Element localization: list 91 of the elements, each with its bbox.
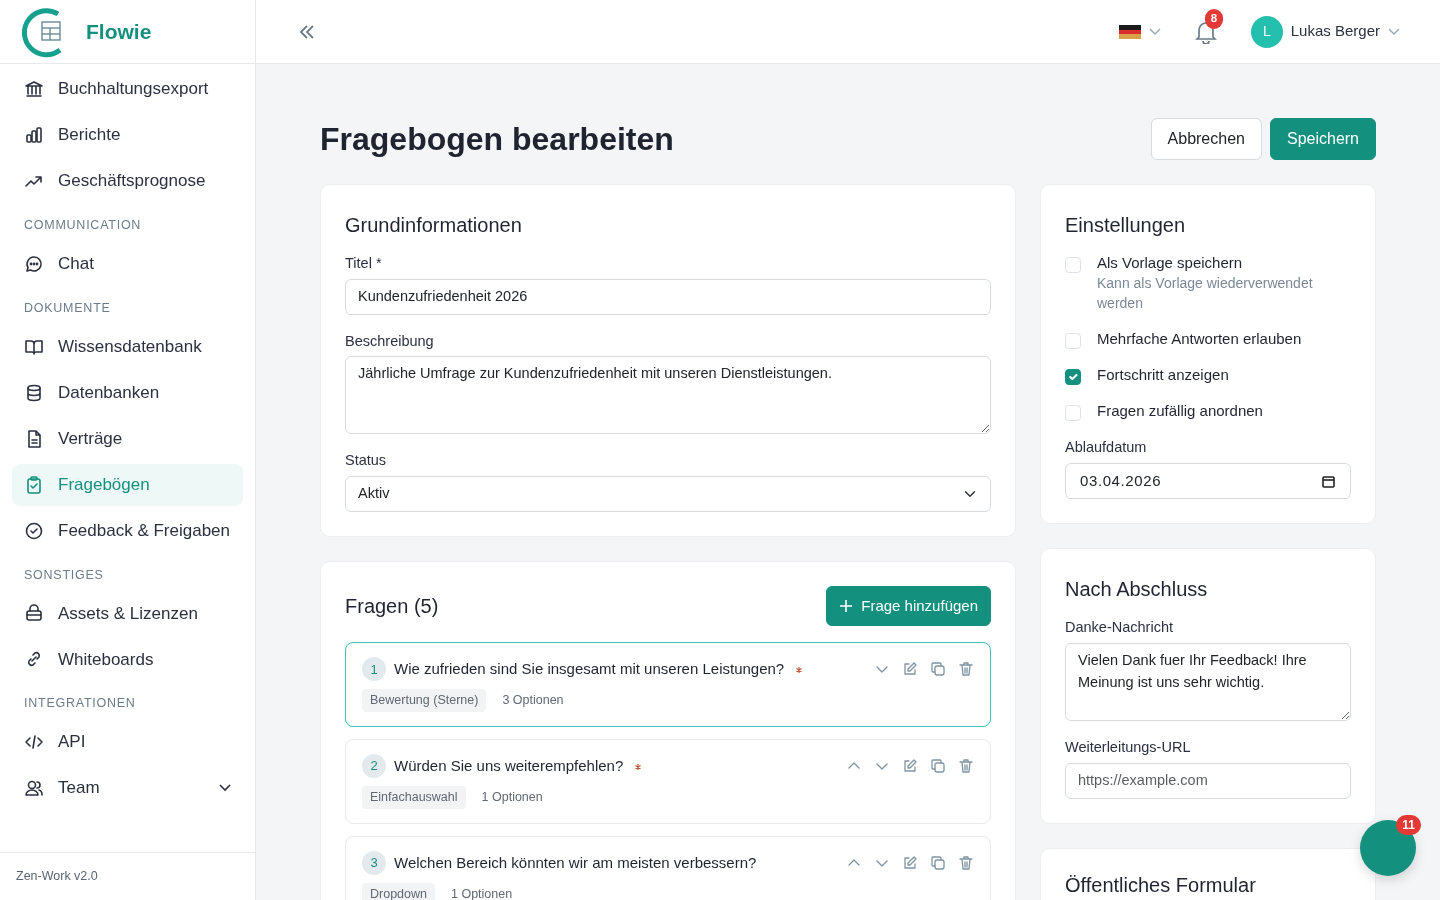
sidebar-item[interactable]: Team (12, 767, 243, 809)
section-heading: SONSTIGES (23, 566, 105, 584)
chevron-down-icon (219, 784, 231, 792)
question-number: 2 (362, 754, 386, 778)
cancel-button[interactable]: Abbrechen (1150, 118, 1262, 160)
field-label: Ablaufdatum (1065, 438, 1148, 457)
bank-icon (24, 79, 44, 99)
sidebar-item[interactable]: API (12, 721, 243, 763)
status-select[interactable]: Aktiv (345, 476, 991, 512)
section-heading: DOKUMENTE (23, 299, 112, 317)
field-label: Status (345, 451, 388, 471)
user-name: Lukas Berger (1290, 21, 1380, 42)
page-title: Fragebogen bearbeiten (320, 119, 674, 159)
url-input[interactable]: https://example.com (1065, 762, 1351, 799)
question-card[interactable]: 1 Wie zufrieden sind Sie insgesamt mit unseren Leistungen? Bewertung (Sterne) 3 Optionen (345, 642, 991, 727)
checkbox-label: Fortschritt anzeigen (1097, 365, 1229, 385)
clipboard-check-icon (24, 474, 44, 495)
checkbox-label: Fragen zufällig anordnen (1097, 401, 1263, 421)
options-count: 3 Optionen (502, 692, 564, 710)
sidebar-item[interactable]: Berichte (12, 114, 243, 156)
question-number: 3 (362, 850, 386, 875)
options-count: 1 Optionen (481, 789, 543, 806)
code-icon (24, 732, 44, 752)
sidebar-item[interactable]: Fragebögen (12, 463, 243, 506)
bar-chart-icon (24, 125, 44, 145)
options-count: 1 Optionen (451, 885, 513, 900)
question-type-tag: Einfachauswahl (362, 786, 466, 809)
message-textarea[interactable]: Vielen Dank fuer Ihr Feedback! Ihre Meinung ist uns sehr wichtig. (1065, 643, 1351, 721)
flag-icon (1118, 24, 1141, 39)
question-text: Würden Sie uns weiterempfehlen? (394, 755, 624, 776)
section-heading: Fragen (5) (345, 594, 439, 618)
field-label: Weiterleitungs-URL (1065, 738, 1192, 757)
sidebar-item[interactable]: Buchhaltungsexport (12, 68, 243, 110)
field-label: Danke-Nachricht (1065, 618, 1174, 638)
sidebar-item[interactable]: Assets & Lizenzen (12, 592, 243, 635)
checkbox[interactable] (1065, 369, 1081, 385)
trash-icon[interactable] (958, 758, 974, 774)
sidebar-item[interactable]: Datenbanken (12, 371, 243, 414)
date-field[interactable]: 03.04.2026 (1065, 462, 1351, 500)
title-input[interactable]: Kundenzufriedenheit 2026 (345, 278, 991, 315)
user-avatar: L (1250, 15, 1283, 48)
question-type-tag: Bewertung (Sterne) (362, 689, 487, 712)
trash-icon[interactable] (958, 661, 974, 678)
version-label: Zen-Work v2.0 (16, 868, 98, 886)
description-textarea[interactable]: Jährliche Umfrage zur Kundenzufriedenheit mit unseren Dienstleistungen. (345, 356, 991, 435)
checkbox-label: Mehrfache Antworten erlauben (1097, 329, 1302, 349)
chat-icon (24, 253, 44, 274)
question-text: Welchen Bereich könnten wir am meisten verbessern? (394, 852, 757, 873)
sidebar-item[interactable]: Whiteboards (12, 638, 243, 681)
section-heading: Einstellungen (1065, 213, 1187, 237)
edit-icon[interactable] (902, 854, 918, 871)
chevron-down-icon (1148, 27, 1161, 36)
question-number: 1 (362, 657, 386, 682)
sidebar-item[interactable]: Feedback & Freigaben (12, 509, 243, 552)
copy-icon[interactable] (930, 758, 946, 774)
field-label: Beschreibung (345, 331, 435, 351)
language-selector[interactable] (1118, 24, 1161, 39)
sidebar-item[interactable]: Verträge (12, 417, 243, 460)
question-type-tag: Dropdown (362, 882, 435, 900)
brand-name: Flowie (86, 18, 152, 45)
checkbox-hint: Kann als Vorlage wiederverwendet werden (1097, 274, 1314, 313)
edit-icon[interactable] (902, 661, 918, 678)
notification-badge: 8 (1204, 9, 1224, 29)
sidebar-item[interactable]: Wissensdatenbank (12, 325, 243, 368)
sidebar-item[interactable]: Chat (12, 242, 243, 285)
section-heading: Nach Abschluss (1065, 577, 1209, 602)
edit-icon[interactable] (902, 758, 918, 774)
question-text: Wie zufrieden sind Sie insgesamt mit unseren Leistungen? (394, 659, 785, 679)
sidebar-item[interactable]: Geschäftsprognose (12, 160, 243, 202)
copy-icon[interactable] (930, 661, 946, 678)
database-icon (24, 382, 44, 403)
section-heading: COMMUNICATION (23, 217, 143, 234)
section-heading: INTEGRATIONEN (23, 695, 137, 713)
user-menu[interactable]: L Lukas Berger (1250, 15, 1400, 48)
section-heading: Öffentliches Formular (1065, 872, 1257, 897)
check-circle-icon (24, 520, 44, 541)
checkbox-label: Als Vorlage speichern (1097, 253, 1244, 273)
chat-badge: 11 (1396, 815, 1421, 835)
save-button[interactable]: Speichern (1269, 118, 1376, 160)
lock-icon (24, 603, 44, 624)
copy-icon[interactable] (930, 854, 946, 871)
users-icon (24, 778, 44, 798)
field-label: Titel * (345, 254, 383, 273)
trash-icon[interactable] (958, 854, 974, 871)
question-card[interactable]: 3 Welchen Bereich könnten wir am meisten verbessern? Dropdown 1 Optionen (345, 835, 991, 900)
calendar-icon[interactable] (1322, 474, 1335, 488)
section-heading: Grundinformationen (345, 213, 523, 237)
chevron-down-icon (1388, 27, 1400, 36)
plus-icon (839, 599, 854, 613)
question-card[interactable]: 2 Würden Sie uns weiterempfehlen? Einfachauswahl 1 Optionen (345, 739, 991, 824)
add-question-button[interactable]: Frage hinzufügen (826, 585, 991, 627)
